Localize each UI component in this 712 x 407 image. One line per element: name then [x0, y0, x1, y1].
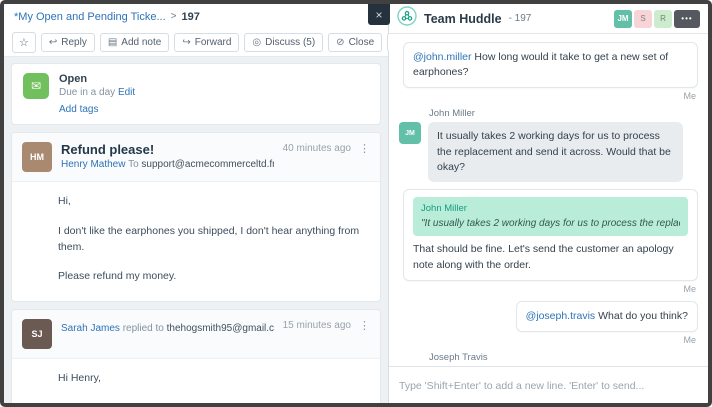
chat-message-me: @john.miller How long would it take to g… — [399, 42, 698, 108]
body-paragraph: Please refund my money. — [58, 270, 177, 283]
discuss-icon: ◎ — [252, 37, 262, 48]
message-header-right: 40 minutes ago ⋮ — [283, 142, 370, 155]
ticket-message-card: SJ Sarah James replied to thehogsmith95@… — [11, 309, 381, 403]
status-value: Open — [59, 73, 88, 85]
message-body: Hi Henry, I'm really sorry that your ear… — [12, 359, 380, 403]
close-icon[interactable]: × — [368, 4, 390, 25]
recipient-text: support@acmecommerceltd.freshdesk.com — [141, 159, 273, 170]
message-kebab-button[interactable]: ⋮ — [359, 319, 370, 332]
quote-author: John Miller — [421, 203, 467, 215]
body-paragraph: Hi Henry, — [58, 372, 101, 384]
reply-button[interactable]: ↩ Reply — [40, 33, 95, 52]
participant-avatar[interactable]: R — [654, 9, 672, 28]
chat-bubble: John Miller "It usually takes 2 working … — [403, 189, 698, 281]
recipient-text: thehogsmith95@gmail.com — [166, 323, 274, 334]
breadcrumb-parent-link[interactable]: *My Open and Pending Ticke... — [14, 11, 166, 23]
ticket-subject: Refund please! — [61, 142, 155, 157]
participant-avatar[interactable]: JM — [614, 9, 632, 28]
forward-icon: ↪ — [182, 37, 191, 48]
huddle-more-button[interactable]: ••• — [674, 9, 700, 28]
close-ticket-button[interactable]: ⊘ Close — [328, 33, 383, 52]
add-tags-link[interactable]: Add tags — [59, 104, 98, 115]
reply-icon: ↩ — [48, 37, 58, 48]
due-text: Due in a day — [59, 87, 116, 98]
breadcrumb-separator: > — [170, 11, 177, 22]
sender-link[interactable]: Henry Mathew — [61, 159, 125, 170]
chat-message-other: John Miller JM It usually takes 2 workin… — [399, 108, 698, 183]
chat-text: That should be fine. Let's send the cust… — [413, 243, 674, 271]
email-status-icon: ✉ — [23, 73, 49, 99]
avatar: HM — [22, 142, 52, 172]
due-line: Due in a day Edit — [59, 87, 135, 98]
message-kebab-button[interactable]: ⋮ — [359, 142, 370, 155]
avatar: JM — [399, 122, 421, 145]
participant-avatar[interactable]: S — [634, 9, 652, 28]
ticket-scroll-area[interactable]: ✉ Open Due in a day Edit Add tags HM Ref… — [4, 57, 388, 403]
chat-message-me: John Miller "It usually takes 2 working … — [399, 189, 698, 301]
chat-input[interactable] — [399, 380, 698, 392]
edit-due-link[interactable]: Edit — [118, 87, 135, 98]
ticket-status-card: ✉ Open Due in a day Edit Add tags — [11, 63, 381, 125]
message-header-main: Sarah James replied to thehogsmith95@gma… — [61, 319, 274, 334]
sender-meta: Me — [683, 335, 696, 346]
breadcrumb-ticket-id: 197 — [181, 10, 200, 23]
note-icon: ▤ — [107, 37, 118, 48]
mention-link[interactable]: @john.miller — [413, 51, 472, 63]
add-note-button[interactable]: ▤ Add note — [99, 33, 170, 52]
huddle-header: Team Huddle - 197 JM S R ••• — [389, 4, 708, 34]
mention-link[interactable]: @joseph.travis — [526, 310, 596, 322]
huddle-title: Team Huddle — [424, 11, 502, 26]
sender-meta: Me — [683, 283, 696, 294]
body-paragraph: Hi, — [58, 195, 71, 207]
chat-author: Joseph Travis — [429, 352, 488, 364]
message-header-main: Refund please! Henry Mathew To support@a… — [61, 142, 274, 170]
discuss-button[interactable]: ◎ Discuss (5) — [244, 33, 324, 52]
from-line: Sarah James replied to thehogsmith95@gma… — [61, 323, 274, 334]
ticket-message-card: HM Refund please! Henry Mathew To suppor… — [11, 132, 381, 302]
team-huddle-panel: Team Huddle - 197 JM S R ••• @john.mille… — [389, 4, 708, 403]
message-header-right: 15 minutes ago ⋮ — [283, 319, 370, 332]
forward-button[interactable]: ↪ Forward — [174, 33, 240, 52]
message-time: 40 minutes ago — [282, 143, 351, 154]
message-header: SJ Sarah James replied to thehogsmith95@… — [12, 310, 380, 359]
chat-text: What do you think? — [595, 309, 688, 322]
chat-message-me: @joseph.travis What do you think? Me — [399, 300, 698, 352]
huddle-ticket-ref: - 197 — [508, 13, 532, 24]
close-circle-icon: ⊘ — [336, 37, 345, 48]
avatar: SJ — [22, 319, 52, 349]
star-button[interactable]: ☆ — [12, 32, 36, 53]
ticket-toolbar: ☆ ↩ Reply ▤ Add note ↪ Forward ◎ Discuss (5)… — [4, 29, 534, 57]
relation-text: To — [128, 159, 139, 170]
chat-composer — [389, 366, 708, 403]
body-paragraph: I'm really sorry that your earphones are… — [58, 401, 366, 403]
quoted-message[interactable]: John Miller "It usually takes 2 working … — [413, 197, 688, 237]
message-time: 15 minutes ago — [282, 320, 351, 331]
relation-text: replied to — [122, 323, 164, 334]
quote-text: "It usually takes 2 working days for us … — [421, 217, 680, 229]
status-details: Open Due in a day Edit Add tags — [59, 73, 135, 115]
chat-author: John Miller — [429, 108, 475, 120]
message-body: Hi, I don't like the earphones you shipp… — [12, 182, 380, 301]
chat-bubble: @joseph.travis What do you think? — [515, 300, 698, 333]
ticket-panel: *My Open and Pending Ticke... > 197 ☆ ↩ R… — [4, 4, 534, 403]
sender-meta: Me — [683, 91, 696, 102]
chat-bubble: It usually takes 2 working days for us t… — [428, 122, 683, 183]
chat-bubble: @john.miller How long would it take to g… — [403, 42, 698, 89]
message-header: HM Refund please! Henry Mathew To suppor… — [12, 133, 380, 182]
body-paragraph: I don't like the earphones you shipped, … — [58, 224, 360, 253]
from-line: Henry Mathew To support@acmecommerceltd.… — [61, 159, 274, 170]
chat-thread[interactable]: @john.miller How long would it take to g… — [389, 34, 708, 366]
breadcrumb: *My Open and Pending Ticke... > 197 — [4, 4, 388, 29]
chat-message-other: Joseph Travis JT Sarah James @joseph.tra… — [399, 352, 698, 366]
app-window: *My Open and Pending Ticke... > 197 ☆ ↩ R… — [0, 0, 712, 407]
star-icon: ☆ — [19, 37, 29, 49]
sender-link[interactable]: Sarah James — [61, 323, 120, 334]
huddle-icon — [397, 6, 417, 31]
participant-list: JM S R ••• — [614, 9, 700, 28]
